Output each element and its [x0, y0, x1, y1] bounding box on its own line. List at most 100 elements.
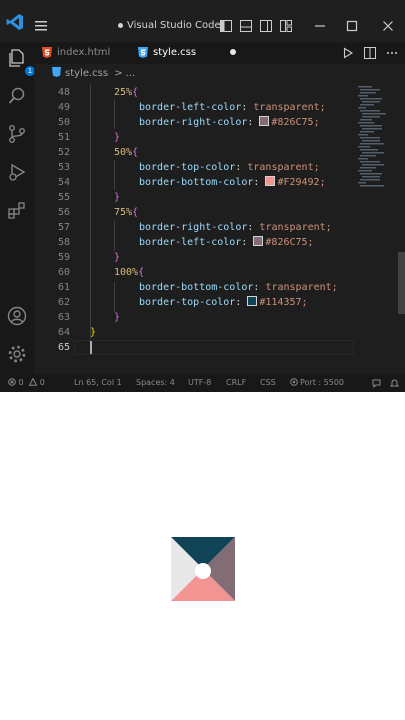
minimize-icon[interactable]	[314, 20, 326, 32]
encoding[interactable]: UTF-8	[188, 374, 211, 392]
vscode-logo-icon	[6, 14, 23, 30]
code-line[interactable]: 63}	[34, 310, 364, 325]
tab-index-html[interactable]: index.html	[42, 42, 110, 64]
activity-bar: 1	[0, 42, 35, 374]
manage-button[interactable]	[7, 344, 27, 364]
warning-icon	[28, 377, 38, 386]
css-property: border-bottom-color	[139, 177, 254, 188]
code-line[interactable]: 48 25%{	[34, 85, 364, 100]
code-line[interactable]: 60 100%{	[34, 265, 364, 280]
code-line[interactable]: 56 75%{	[34, 205, 364, 220]
live-server-port[interactable]: Port : 5500	[290, 374, 344, 392]
code-line[interactable]: 55}	[34, 190, 364, 205]
css-property: border-right-color	[139, 222, 248, 233]
code-editor[interactable]: 48 25%{49 border-left-color: transparent; 5…	[34, 84, 405, 374]
cursor-position[interactable]: Ln 65, Col 1	[74, 374, 122, 392]
code-text: }	[114, 190, 120, 205]
color-swatch[interactable]	[253, 236, 264, 246]
css-property: border-right-color	[139, 117, 248, 128]
line-number: 64	[57, 327, 70, 338]
open-brace: {	[132, 207, 139, 218]
port-label: Port : 5500	[300, 378, 344, 387]
code-line[interactable]: 51}	[34, 130, 364, 145]
line-number: 62	[57, 297, 70, 308]
code-text: 25%{	[114, 85, 138, 100]
css-value: #826C75;	[265, 237, 314, 248]
line-number: 59	[57, 252, 70, 263]
unsaved-dot-icon[interactable]	[230, 49, 237, 55]
code-text: }	[114, 130, 120, 145]
code-line[interactable]: 52 50%{	[34, 145, 364, 160]
feedback-icon[interactable]	[372, 379, 381, 388]
run-icon[interactable]	[342, 47, 354, 59]
window-title: Visual Studio Code	[118, 20, 221, 31]
indentation[interactable]: Spaces: 4	[136, 374, 175, 392]
problems-indicator[interactable]: 0 0	[8, 374, 45, 392]
split-editor-icon[interactable]	[364, 47, 376, 59]
vscode-window: Visual Studio Code 1 index.html style.cs…	[0, 0, 405, 392]
line-number: 50	[57, 117, 70, 128]
code-line[interactable]: 58 border-left-color: #826C75;	[34, 235, 364, 250]
code-line[interactable]: 61 border-bottom-color: transparent;	[34, 280, 364, 295]
code-line[interactable]: 62 border-top-color: #114357;	[34, 295, 364, 310]
css-value: transparent;	[253, 102, 326, 113]
code-text: border-right-color: transparent;	[139, 220, 332, 235]
maximize-icon[interactable]	[346, 20, 358, 32]
files-icon	[9, 49, 24, 67]
unsaved-dot-icon	[118, 22, 123, 28]
editor-scrollbar[interactable]	[398, 252, 405, 314]
more-actions-icon[interactable]	[386, 47, 398, 59]
toggle-sidebar-icon[interactable]	[220, 20, 232, 32]
source-control-button[interactable]	[7, 124, 27, 144]
code-line[interactable]: 59}	[34, 250, 364, 265]
open-brace: {	[132, 87, 139, 98]
colon: :	[241, 102, 254, 113]
code-text: border-left-color: transparent;	[139, 100, 326, 115]
minimap[interactable]	[356, 84, 394, 194]
customize-layout-icon[interactable]	[280, 20, 292, 32]
line-ending[interactable]: CRLF	[226, 374, 246, 392]
code-line[interactable]: 65	[34, 340, 364, 355]
line-number: 58	[57, 237, 70, 248]
line-number: 52	[57, 147, 70, 158]
line-number: 61	[57, 282, 70, 293]
tab-label: style.css	[153, 47, 197, 58]
colon: :	[235, 162, 248, 173]
toggle-secondary-sidebar-icon[interactable]	[260, 20, 272, 32]
code-line[interactable]: 57 border-right-color: transparent;	[34, 220, 364, 235]
editor-tabs: index.html style.css	[34, 42, 405, 64]
code-text: border-top-color: #114357;	[139, 295, 308, 310]
line-number: 60	[57, 267, 70, 278]
color-swatch[interactable]	[265, 176, 276, 186]
code-line[interactable]: 49 border-left-color: transparent;	[34, 100, 364, 115]
color-swatch[interactable]	[259, 116, 270, 126]
keyframe-selector: 25%	[114, 87, 133, 98]
code-line[interactable]: 53 border-top-color: transparent;	[34, 160, 364, 175]
html5-icon	[42, 46, 52, 58]
search-button[interactable]	[7, 86, 27, 106]
line-number: 53	[57, 162, 70, 173]
code-line[interactable]: 64}	[34, 325, 364, 340]
colon: :	[253, 282, 266, 293]
menu-icon[interactable]	[34, 19, 48, 33]
run-debug-button[interactable]	[7, 162, 27, 182]
line-number: 55	[57, 192, 70, 203]
breadcrumb-item[interactable]: style.css >...	[52, 64, 135, 84]
language-mode[interactable]: CSS	[260, 374, 276, 392]
error-icon	[8, 378, 16, 386]
close-brace: }	[114, 132, 121, 143]
title-bar: Visual Studio Code	[0, 0, 405, 42]
color-swatch[interactable]	[247, 296, 258, 306]
code-line[interactable]: 50 border-right-color: #826C75;	[34, 115, 364, 130]
explorer-button[interactable]: 1	[7, 48, 35, 76]
close-window-icon[interactable]	[382, 20, 394, 32]
accounts-button[interactable]	[7, 306, 27, 326]
notifications-bell-icon[interactable]	[390, 379, 399, 388]
tab-style-css[interactable]: style.css	[138, 42, 237, 64]
extensions-button[interactable]	[7, 200, 27, 220]
toggle-panel-icon[interactable]	[240, 20, 252, 32]
line-number: 51	[57, 132, 70, 143]
code-line[interactable]: 54 border-bottom-color: #F29492;	[34, 175, 364, 190]
loader-center-dot	[195, 563, 211, 579]
breadcrumb-more[interactable]: ...	[126, 68, 136, 79]
